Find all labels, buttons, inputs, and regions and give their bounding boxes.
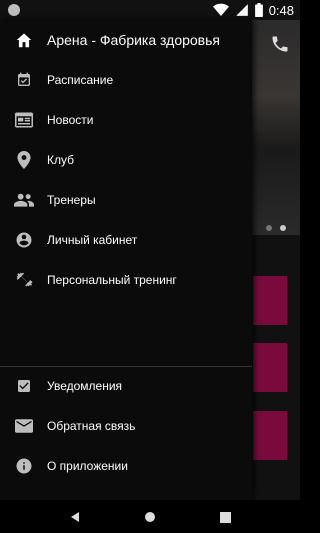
status-icons: 0:48 bbox=[212, 2, 294, 18]
drawer-item-club[interactable]: Клуб bbox=[0, 140, 252, 180]
drawer-header-title: Арена - Фабрика здоровья bbox=[47, 32, 220, 48]
drawer-item-news[interactable]: Новости bbox=[0, 100, 252, 140]
drawer-item-label: Личный кабинет bbox=[47, 233, 138, 247]
drawer-item-personal-training[interactable]: Персональный тренинг bbox=[0, 260, 252, 300]
drawer-item-label: О приложении bbox=[47, 459, 128, 473]
drawer-item-label: Клуб bbox=[47, 153, 74, 167]
notification-icon bbox=[8, 4, 20, 16]
drawer-item-feedback[interactable]: Обратная связь bbox=[0, 406, 252, 446]
background-card[interactable] bbox=[253, 276, 287, 325]
check-box-icon bbox=[14, 376, 34, 396]
newspaper-icon bbox=[14, 110, 34, 130]
back-triangle-icon bbox=[71, 512, 79, 522]
drawer-item-label: Персональный тренинг bbox=[47, 273, 177, 287]
navigation-drawer: Арена - Фабрика здоровья Расписание Ново… bbox=[0, 20, 252, 500]
email-icon bbox=[14, 416, 34, 436]
drawer-item-trainers[interactable]: Тренеры bbox=[0, 180, 252, 220]
drawer-header[interactable]: Арена - Фабрика здоровья bbox=[0, 20, 252, 60]
people-icon bbox=[14, 190, 34, 210]
signal-icon bbox=[235, 3, 249, 17]
background-card[interactable] bbox=[253, 343, 287, 392]
battery-icon bbox=[254, 3, 263, 17]
dumbbell-icon bbox=[14, 270, 34, 290]
background-card[interactable] bbox=[253, 411, 287, 460]
home-button[interactable] bbox=[141, 508, 159, 526]
drawer-item-about[interactable]: О приложении bbox=[0, 446, 252, 486]
carousel-dot-active bbox=[280, 225, 286, 231]
home-icon bbox=[14, 30, 34, 50]
recents-square-icon bbox=[219, 511, 231, 523]
carousel-indicator bbox=[266, 225, 296, 233]
status-time: 0:48 bbox=[268, 2, 294, 18]
system-navigation-bar bbox=[0, 500, 300, 533]
drawer-item-schedule[interactable]: Расписание bbox=[0, 60, 252, 100]
drawer-item-label: Расписание bbox=[47, 73, 114, 87]
recents-button[interactable] bbox=[216, 508, 234, 526]
location-pin-icon bbox=[14, 150, 34, 170]
account-circle-icon bbox=[14, 230, 34, 250]
drawer-item-label: Уведомления bbox=[47, 379, 123, 393]
back-button[interactable] bbox=[66, 508, 84, 526]
drawer-item-label: Новости bbox=[47, 113, 94, 127]
phone-icon[interactable] bbox=[270, 34, 290, 54]
drawer-item-label: Тренеры bbox=[47, 193, 96, 207]
drawer-item-account[interactable]: Личный кабинет bbox=[0, 220, 252, 260]
calendar-check-icon bbox=[14, 70, 34, 90]
home-circle-icon bbox=[145, 512, 155, 522]
info-icon bbox=[14, 456, 34, 476]
status-bar: 0:48 bbox=[0, 0, 300, 20]
drawer-item-label: Обратная связь bbox=[47, 419, 136, 433]
wifi-icon bbox=[212, 3, 229, 17]
drawer-item-notifications[interactable]: Уведомления bbox=[0, 366, 252, 406]
carousel-dot bbox=[266, 225, 272, 231]
